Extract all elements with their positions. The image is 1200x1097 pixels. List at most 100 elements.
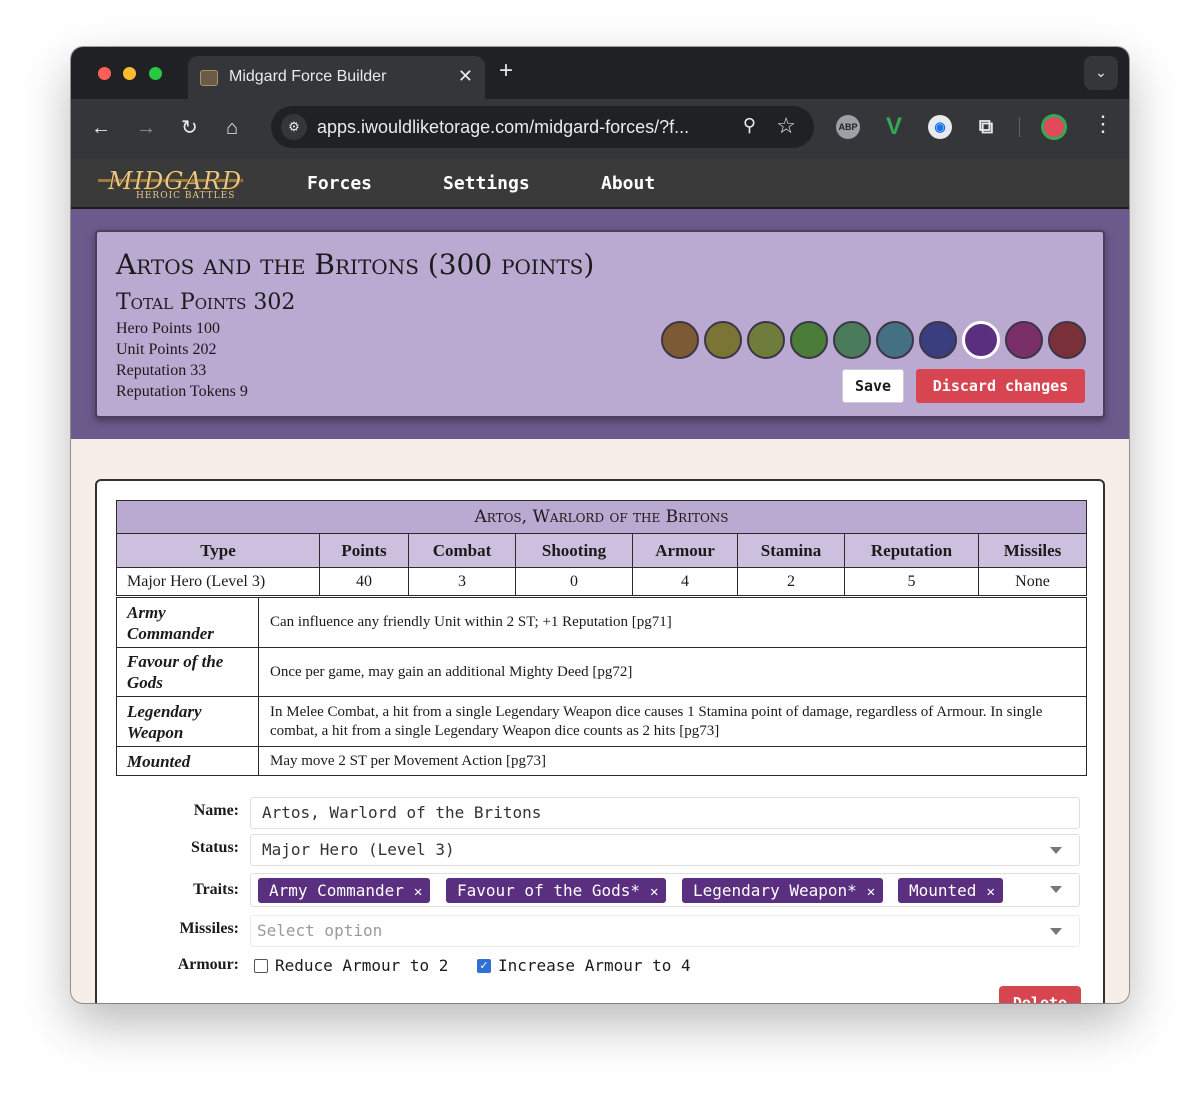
- name-input[interactable]: Artos, Warlord of the Britons: [250, 797, 1080, 829]
- color-swatch[interactable]: [962, 321, 1000, 359]
- value-reputation: 5: [844, 567, 979, 596]
- lens-extension-icon[interactable]: ◉: [928, 115, 952, 139]
- trait-row: Favour of the Gods Once per game, may ga…: [116, 647, 1087, 697]
- reduce-armour-checkbox[interactable]: [254, 959, 268, 973]
- trait-chip[interactable]: Army Commander ✕: [258, 878, 431, 905]
- v-extension-icon[interactable]: V: [882, 115, 906, 139]
- discard-changes-button[interactable]: Discard changes: [916, 369, 1085, 403]
- color-swatch[interactable]: [704, 321, 742, 359]
- color-swatch[interactable]: [919, 321, 957, 359]
- nav-about[interactable]: About: [601, 173, 655, 194]
- chevron-down-icon[interactable]: [1050, 847, 1062, 854]
- col-points: Points: [319, 533, 409, 568]
- midgard-logo[interactable]: MIDGARD HEROIC BATTLES: [98, 167, 243, 201]
- value-combat: 3: [408, 567, 516, 596]
- color-swatch[interactable]: [833, 321, 871, 359]
- status-select-value[interactable]: Major Hero (Level 3): [262, 840, 455, 859]
- color-swatch[interactable]: [1005, 321, 1043, 359]
- browser-tab[interactable]: Midgard Force Builder ✕: [188, 56, 485, 99]
- extensions-puzzle-icon[interactable]: ⧉: [974, 115, 998, 139]
- missiles-label: Missiles:: [179, 920, 239, 937]
- value-shooting: 0: [515, 567, 633, 596]
- color-swatch[interactable]: [876, 321, 914, 359]
- armour-options: Reduce Armour to 2 ✓ Increase Armour to …: [250, 952, 850, 980]
- nav-settings[interactable]: Settings: [443, 173, 530, 194]
- trait-chip[interactable]: Legendary Weapon* ✕: [682, 878, 884, 905]
- trait-row: Legendary Weapon In Melee Combat, a hit …: [116, 696, 1087, 747]
- value-points: 40: [319, 567, 409, 596]
- close-window-button[interactable]: [98, 67, 111, 80]
- site-settings-icon[interactable]: ⚙: [281, 114, 307, 140]
- delete-button[interactable]: Delete: [999, 986, 1081, 1003]
- logo-subtitle: HEROIC BATTLES: [136, 191, 236, 201]
- toolbar-divider: [1019, 117, 1020, 137]
- title-bar: Midgard Force Builder ✕ + ⌄: [71, 47, 1129, 99]
- trait-row: Mounted May move 2 ST per Movement Actio…: [116, 746, 1087, 776]
- tab-search-chevron-icon[interactable]: ⌄: [1084, 56, 1118, 90]
- browser-window: Midgard Force Builder ✕ + ⌄ ← → ↻ ⌂ ⚙ ap…: [71, 47, 1129, 1003]
- trait-description: Can influence any friendly Unit within 2…: [258, 597, 1087, 648]
- trait-table: Army Commander Can influence any friendl…: [116, 597, 1087, 776]
- missiles-select[interactable]: Select option: [250, 915, 1080, 947]
- reload-icon[interactable]: ↻: [181, 117, 198, 139]
- unit-card: Artos, Warlord of the Britons Type Point…: [95, 479, 1105, 1003]
- chevron-down-icon[interactable]: [1050, 928, 1062, 935]
- tab-close-icon[interactable]: ✕: [458, 66, 473, 87]
- tab-title: Midgard Force Builder: [229, 68, 387, 85]
- chevron-down-icon[interactable]: [1050, 886, 1062, 893]
- trait-description: May move 2 ST per Movement Action [pg73]: [258, 746, 1087, 776]
- trait-chip[interactable]: Favour of the Gods* ✕: [446, 878, 667, 905]
- remove-chip-icon[interactable]: ✕: [650, 880, 658, 905]
- url-text[interactable]: apps.iwouldliketorage.com/midgard-forces…: [317, 117, 689, 138]
- status-label: Status:: [190, 839, 239, 856]
- col-type: Type: [116, 533, 320, 568]
- traits-multiselect[interactable]: Army Commander ✕ Favour of the Gods* ✕ Leg…: [250, 873, 1080, 907]
- profile-avatar[interactable]: [1041, 114, 1067, 140]
- status-select[interactable]: Major Hero (Level 3): [250, 834, 1080, 866]
- bookmark-star-icon[interactable]: ☆: [776, 113, 796, 139]
- reduce-armour-label[interactable]: Reduce Armour to 2: [275, 956, 448, 975]
- col-stamina: Stamina: [737, 533, 845, 568]
- forward-arrow-icon[interactable]: →: [136, 117, 156, 139]
- unit-points: Unit Points 202: [116, 341, 217, 358]
- total-points: Total Points 302: [116, 290, 296, 315]
- back-arrow-icon[interactable]: ←: [91, 117, 111, 139]
- more-menu-icon[interactable]: ⋮: [1092, 113, 1114, 135]
- increase-armour-checkbox[interactable]: ✓: [477, 959, 491, 973]
- col-missiles: Missiles: [978, 533, 1087, 568]
- color-swatch[interactable]: [1048, 321, 1086, 359]
- missiles-placeholder[interactable]: Select option: [257, 921, 382, 940]
- trait-name: Mounted: [116, 746, 259, 776]
- maximize-window-button[interactable]: [149, 67, 162, 80]
- color-swatch[interactable]: [790, 321, 828, 359]
- home-icon[interactable]: ⌂: [226, 117, 238, 139]
- adblock-extension-icon[interactable]: ABP: [836, 115, 860, 139]
- remove-chip-icon[interactable]: ✕: [867, 880, 875, 905]
- color-swatch[interactable]: [747, 321, 785, 359]
- remove-chip-icon[interactable]: ✕: [986, 880, 994, 905]
- trait-chip[interactable]: Mounted ✕: [898, 878, 1003, 903]
- new-tab-icon[interactable]: +: [499, 59, 513, 83]
- trait-chip-label: Mounted: [909, 881, 977, 900]
- favicon-icon: [200, 70, 218, 86]
- trait-name: Legendary Weapon: [116, 696, 259, 747]
- force-header: Artos and the Britons (300 points) Total…: [71, 209, 1129, 439]
- remove-chip-icon[interactable]: ✕: [414, 880, 422, 905]
- save-button[interactable]: Save: [842, 369, 904, 403]
- col-armour: Armour: [632, 533, 738, 568]
- zoom-icon[interactable]: ⚲: [743, 115, 756, 136]
- trait-row: Army Commander Can influence any friendl…: [116, 597, 1087, 648]
- minimize-window-button[interactable]: [123, 67, 136, 80]
- force-summary-card: Artos and the Britons (300 points) Total…: [95, 230, 1105, 418]
- name-label: Name:: [193, 802, 239, 819]
- nav-forces[interactable]: Forces: [307, 173, 372, 194]
- col-shooting: Shooting: [515, 533, 633, 568]
- reputation: Reputation 33: [116, 362, 207, 379]
- name-input-value[interactable]: Artos, Warlord of the Britons: [262, 803, 541, 822]
- trait-chip-label: Favour of the Gods*: [457, 881, 641, 900]
- color-swatch[interactable]: [661, 321, 699, 359]
- force-title: Artos and the Britons (300 points): [116, 248, 595, 281]
- value-stamina: 2: [737, 567, 845, 596]
- address-bar[interactable]: ⚙ apps.iwouldliketorage.com/midgard-forc…: [271, 106, 814, 148]
- increase-armour-label[interactable]: Increase Armour to 4: [498, 956, 691, 975]
